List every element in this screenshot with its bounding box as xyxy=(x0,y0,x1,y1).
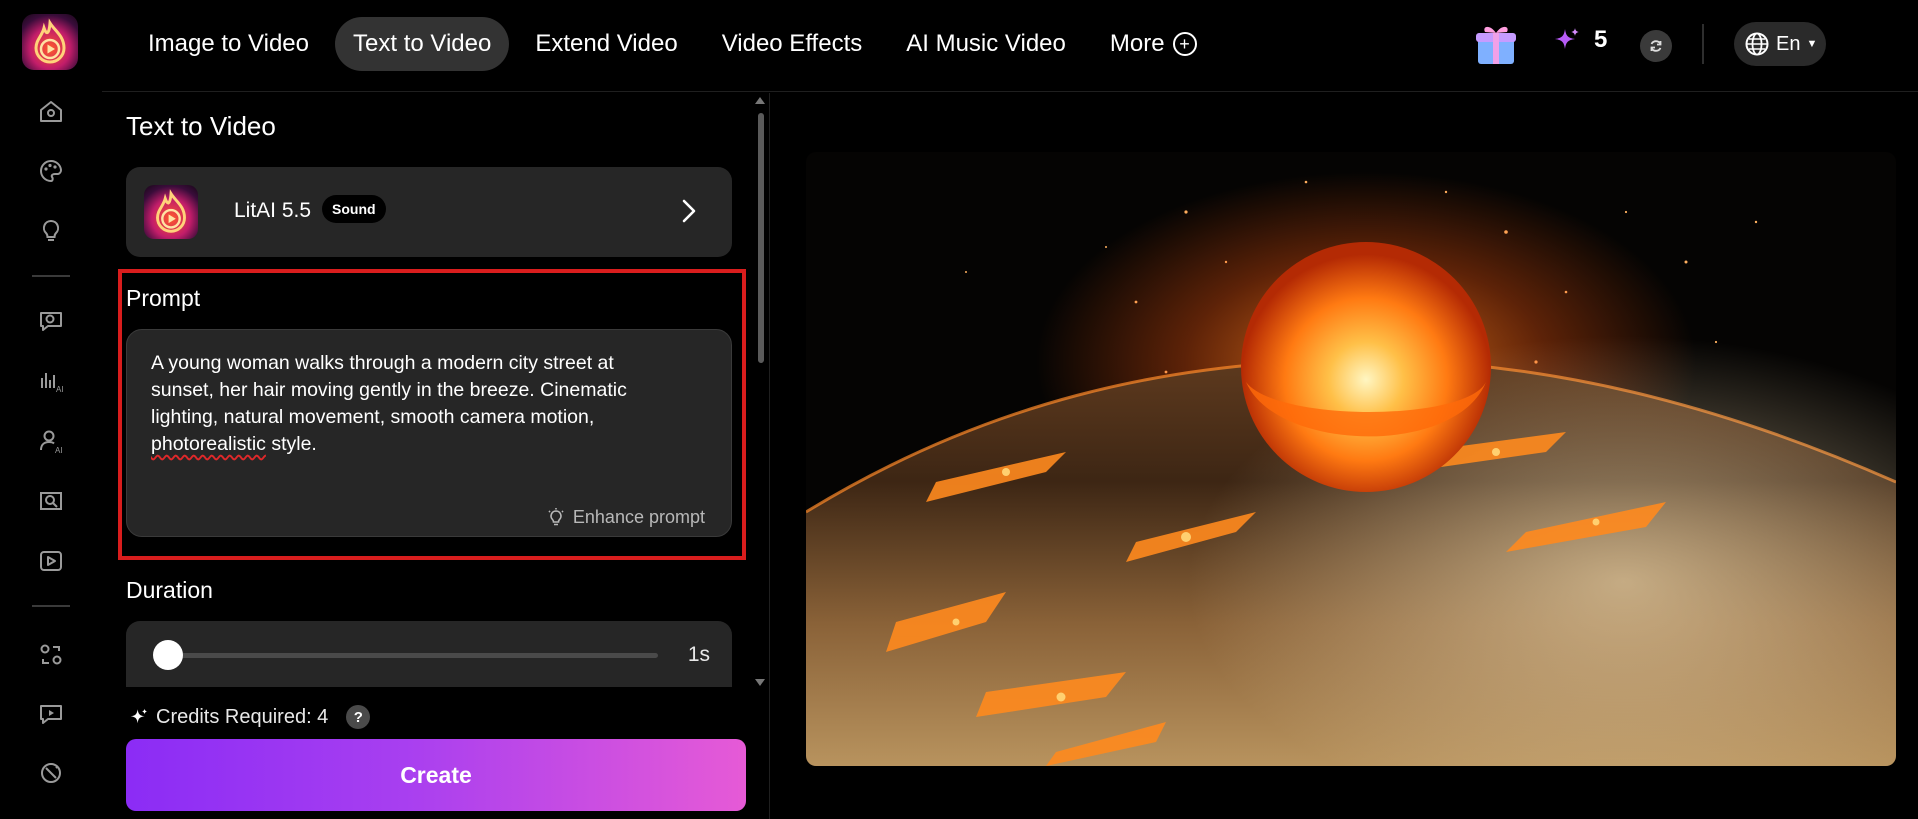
nav-image-to-video[interactable]: Image to Video xyxy=(130,17,327,71)
nav-label: Video Effects xyxy=(721,30,863,57)
enhance-prompt-label: Enhance prompt xyxy=(572,507,705,527)
model-logo xyxy=(144,185,198,239)
duration-value: 1s xyxy=(687,643,710,666)
dance-icon[interactable] xyxy=(34,756,68,790)
rail-divider xyxy=(32,605,70,607)
nav-label: AI Music Video xyxy=(906,30,1066,57)
scroll-down-arrow[interactable] xyxy=(755,679,765,686)
home-icon[interactable] xyxy=(34,94,68,128)
duration-slider-track[interactable] xyxy=(168,653,658,658)
prompt-misspelled-word: photorealistic xyxy=(151,433,266,455)
left-rail: AI AI xyxy=(0,0,102,819)
sparkle-icon xyxy=(130,708,148,724)
nav-text-to-video[interactable]: Text to Video xyxy=(335,17,510,71)
credit-count: 5 xyxy=(1594,26,1608,53)
nav-label: Extend Video xyxy=(535,30,678,57)
nav-extend-video[interactable]: Extend Video xyxy=(517,17,695,71)
audio-bars-ai-icon[interactable]: AI xyxy=(34,364,68,398)
nav-more[interactable]: More + xyxy=(1092,17,1215,71)
prompt-text: A young woman walks through a modern cit… xyxy=(151,350,691,458)
prompt-line: lighting, natural movement, smooth camer… xyxy=(151,406,595,428)
language-label: En xyxy=(1776,32,1801,55)
sparkle-icon xyxy=(1555,28,1579,49)
main-nav: Image to Video Text to Video Extend Vide… xyxy=(130,17,1215,71)
header-divider xyxy=(1702,24,1704,64)
preview-image xyxy=(806,152,1896,766)
duration-label: Duration xyxy=(126,577,213,603)
nav-label: Text to Video xyxy=(353,30,492,57)
prompt-line: sunset, her hair moving gently in the br… xyxy=(151,379,627,401)
chat-video-icon[interactable] xyxy=(34,304,68,338)
prompt-tail: style. xyxy=(265,433,317,455)
refresh-credits-button[interactable] xyxy=(1640,30,1672,62)
nav-label: More xyxy=(1109,30,1165,57)
app-logo[interactable] xyxy=(22,14,78,70)
person-ai-icon[interactable]: AI xyxy=(34,424,68,458)
create-button[interactable]: Create xyxy=(126,739,746,811)
photo-video-icon[interactable] xyxy=(34,697,68,731)
model-selector[interactable]: LitAI 5.5 Sound xyxy=(126,167,732,257)
sound-badge: Sound xyxy=(322,195,386,223)
panel-title: Text to Video xyxy=(126,111,276,141)
top-bar: Image to Video Text to Video Extend Vide… xyxy=(102,0,1918,92)
svg-text:AI: AI xyxy=(56,385,64,394)
palette-icon[interactable] xyxy=(34,154,68,188)
swap-person-icon[interactable] xyxy=(34,638,68,672)
gift-icon[interactable] xyxy=(1472,20,1520,68)
nav-label: Image to Video xyxy=(148,30,310,57)
help-icon[interactable]: ? xyxy=(346,705,371,729)
refresh-icon xyxy=(1650,40,1662,52)
panel-scrollbar[interactable] xyxy=(758,113,764,363)
credits-required-text: Credits Required: 4 xyxy=(156,705,329,728)
prompt-textarea[interactable]: A young woman walks through a modern cit… xyxy=(126,329,732,537)
video-preview[interactable] xyxy=(806,152,1896,766)
chevron-down-icon: ▼ xyxy=(1806,38,1818,50)
lightbulb-icon[interactable] xyxy=(34,214,68,248)
globe-icon xyxy=(1745,32,1769,56)
prompt-line: A young woman walks through a modern cit… xyxy=(151,352,614,374)
plus-circle-icon: + xyxy=(1172,32,1197,56)
enhance-prompt-button[interactable]: Enhance prompt xyxy=(547,507,705,528)
chevron-right-icon xyxy=(682,199,696,228)
nav-ai-music-video[interactable]: AI Music Video xyxy=(888,17,1084,71)
credits-required: Credits Required: 4 ? xyxy=(130,705,371,729)
image-search-icon[interactable] xyxy=(34,484,68,518)
duration-control: 1s xyxy=(126,621,732,687)
scroll-up-arrow[interactable] xyxy=(755,97,765,104)
model-name: LitAI 5.5 xyxy=(234,199,312,222)
prompt-label: Prompt xyxy=(126,285,201,311)
nav-video-effects[interactable]: Video Effects xyxy=(704,17,881,71)
language-selector[interactable]: En ▼ xyxy=(1734,22,1826,66)
credit-balance[interactable]: 5 xyxy=(1554,26,1607,54)
rail-divider xyxy=(32,275,70,277)
settings-panel: Text to Video LitAI 5.5 Sound Prompt A y… xyxy=(102,93,770,819)
lightbulb-icon xyxy=(548,507,564,525)
svg-text:AI: AI xyxy=(55,446,63,455)
video-play-icon[interactable] xyxy=(34,544,68,578)
duration-slider-thumb[interactable] xyxy=(153,640,183,670)
